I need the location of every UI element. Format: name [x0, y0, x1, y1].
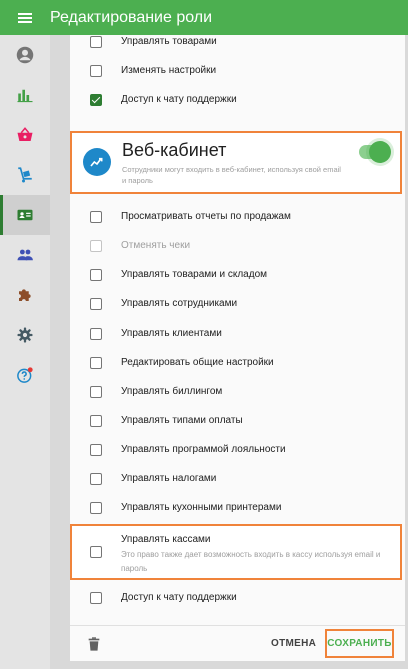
role-editor-panel: Управлять товарами Изменять настройки До…: [70, 35, 405, 661]
permission-label: Отменять чеки: [121, 240, 191, 251]
permission-checkbox[interactable]: [90, 64, 102, 77]
permission-label: Изменять настройки: [121, 65, 217, 76]
permission-label: Редактировать общие настройки: [121, 357, 274, 368]
permission-label: Управлять сотрудниками: [121, 298, 238, 309]
permission-checkbox[interactable]: [90, 35, 102, 48]
menu-icon[interactable]: [0, 0, 50, 35]
permission-row[interactable]: Управлять кухонными принтерами: [70, 493, 405, 522]
app-bar: Редактирование роли: [0, 0, 408, 35]
cancel-button[interactable]: ОТМЕНА: [271, 638, 316, 649]
permission-checkbox[interactable]: [90, 546, 102, 558]
permission-row[interactable]: Управлять товарами и складом: [70, 260, 405, 289]
permission-checkbox[interactable]: [90, 443, 102, 456]
sidebar-item-items[interactable]: [0, 115, 50, 155]
sidebar: [0, 35, 50, 669]
permission-row[interactable]: Редактировать общие настройки: [70, 348, 405, 377]
toggle-knob: [369, 141, 391, 163]
permission-row[interactable]: Управлять налогами: [70, 464, 405, 493]
sidebar-item-apps[interactable]: [0, 275, 50, 315]
permission-checkbox-disabled: [90, 239, 102, 252]
permission-checkbox[interactable]: [90, 327, 102, 340]
permission-checkbox[interactable]: [90, 501, 102, 514]
permission-label: Просматривать отчеты по продажам: [121, 211, 291, 222]
gear-icon: [17, 327, 33, 343]
permission-checkbox[interactable]: [90, 414, 102, 427]
permission-description: Это право также дает возможность входить…: [121, 550, 381, 573]
sidebar-item-inventory[interactable]: [0, 155, 50, 195]
trash-icon[interactable]: [86, 635, 102, 653]
permission-label: Управлять биллингом: [121, 386, 223, 397]
web-cabinet-section: Веб-кабинет Сотрудники могут входить в в…: [70, 131, 402, 194]
web-cabinet-description: Сотрудники могут входить в веб-кабинет, …: [122, 165, 341, 185]
permission-checkbox-checked[interactable]: [90, 93, 102, 106]
permission-row[interactable]: Доступ к чату поддержки: [70, 583, 405, 612]
sidebar-item-settings[interactable]: [0, 315, 50, 355]
permission-checkbox[interactable]: [90, 591, 102, 604]
bar-chart-icon: [17, 89, 33, 103]
notification-badge: [27, 367, 33, 373]
sidebar-item-employees[interactable]: [0, 195, 50, 235]
permission-label: Управлять кухонными принтерами: [121, 502, 282, 513]
help-icon: [17, 367, 33, 383]
sidebar-item-reports[interactable]: [0, 75, 50, 115]
permission-label: Управлять программой лояльности: [121, 444, 286, 455]
sidebar-item-customers[interactable]: [0, 235, 50, 275]
web-cabinet-title: Веб-кабинет: [122, 140, 227, 160]
account-circle-icon: [16, 46, 34, 64]
permission-row[interactable]: Управлять типами оплаты: [70, 406, 405, 435]
permission-row[interactable]: Управлять клиентами: [70, 319, 405, 348]
permission-row[interactable]: Управлять сотрудниками: [70, 289, 405, 318]
permission-checkbox[interactable]: [90, 297, 102, 310]
permission-checkbox[interactable]: [90, 210, 102, 223]
puzzle-icon: [19, 289, 31, 301]
basket-icon: [17, 127, 33, 141]
permission-row[interactable]: Доступ к чату поддержки: [70, 85, 405, 114]
permission-row[interactable]: Управлять программой лояльности: [70, 435, 405, 464]
permission-checkbox[interactable]: [90, 385, 102, 398]
manage-registers-permission[interactable]: Управлять кассами Это право также дает в…: [70, 524, 402, 580]
permission-checkbox[interactable]: [90, 472, 102, 485]
permission-checkbox[interactable]: [90, 356, 102, 369]
sidebar-item-profile[interactable]: [0, 35, 50, 75]
dolly-icon: [18, 167, 32, 183]
permission-label: Управлять товарами: [121, 36, 217, 47]
action-footer: ОТМЕНА СОХРАНИТЬ: [70, 625, 405, 661]
permission-label: Доступ к чату поддержки: [121, 94, 237, 105]
permission-row[interactable]: Просматривать отчеты по продажам: [70, 202, 405, 231]
sidebar-item-help[interactable]: [0, 355, 50, 395]
permission-row: Отменять чеки: [70, 231, 405, 260]
web-cabinet-icon: [83, 148, 111, 176]
people-icon: [17, 249, 33, 261]
permission-label: Управлять налогами: [121, 473, 217, 484]
permission-label: Доступ к чату поддержки: [121, 592, 237, 603]
save-button[interactable]: СОХРАНИТЬ: [325, 629, 394, 658]
permission-label: Управлять клиентами: [121, 328, 222, 339]
permission-label: Управлять кассами: [121, 534, 211, 545]
permission-row[interactable]: Управлять биллингом: [70, 377, 405, 406]
web-cabinet-toggle[interactable]: [359, 141, 391, 163]
permission-row[interactable]: Изменять настройки: [70, 56, 405, 85]
permission-label: Управлять типами оплаты: [121, 415, 243, 426]
page-title: Редактирование роли: [50, 8, 213, 26]
id-card-icon: [17, 209, 33, 221]
permission-label: Управлять товарами и складом: [121, 269, 268, 280]
permission-checkbox[interactable]: [90, 268, 102, 281]
